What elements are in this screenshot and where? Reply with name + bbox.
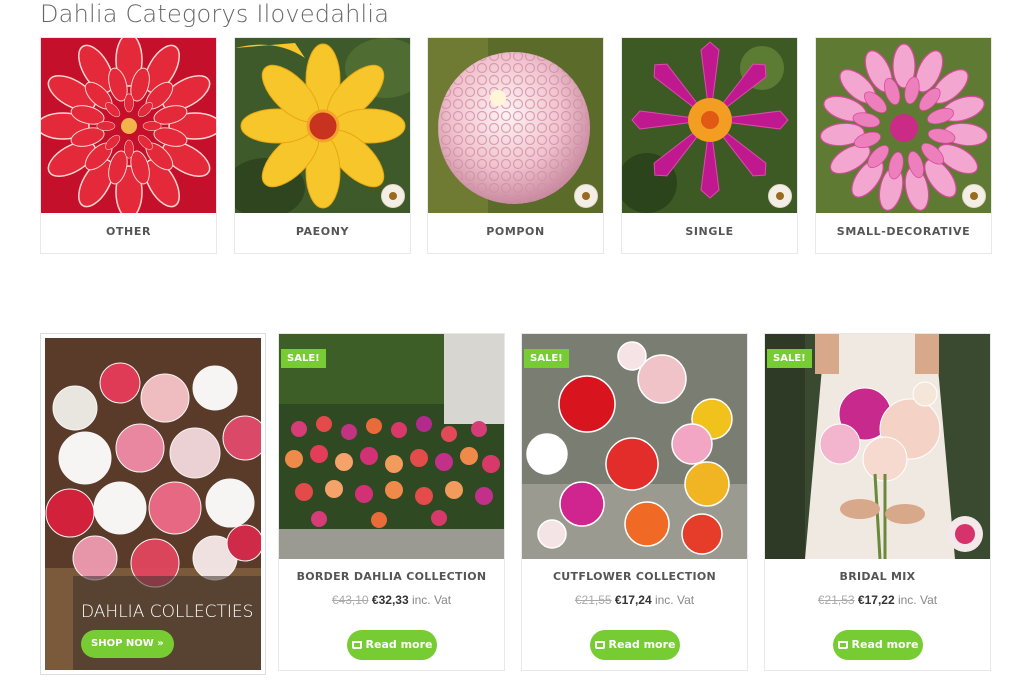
product-title[interactable]: CUTFLOWER COLLECTION <box>522 570 747 583</box>
vat-label: inc. Vat <box>897 593 938 607</box>
category-label-single[interactable]: SINGLE <box>622 225 797 238</box>
watermark-logo-icon <box>574 184 598 208</box>
old-price: €21,53 <box>817 593 855 607</box>
category-label-small-decorative[interactable]: SMALL-DECORATIVE <box>816 225 991 238</box>
read-more-label: Read more <box>608 638 676 651</box>
watermark-logo-icon <box>962 184 986 208</box>
watermark-logo-icon <box>768 184 792 208</box>
price-row: €21,53 €17,22 inc. Vat <box>765 593 990 607</box>
category-label-paeony[interactable]: PAEONY <box>235 225 410 238</box>
cart-icon <box>351 641 362 649</box>
category-label-other[interactable]: OTHER <box>41 225 216 238</box>
sale-badge: SALE! <box>524 349 569 368</box>
category-card-small-decorative[interactable]: SMALL-DECORATIVE <box>815 37 992 254</box>
category-card-other[interactable]: OTHER <box>40 37 217 254</box>
promo-title: DAHLIA COLLECTIES <box>81 602 254 622</box>
cart-icon <box>594 641 605 649</box>
pink-decorative-dahlia-image[interactable] <box>816 38 991 213</box>
vat-label: inc. Vat <box>411 593 452 607</box>
watermark-logo-icon <box>381 184 405 208</box>
bridal-bouquet-image[interactable]: SALE! <box>765 334 990 559</box>
category-card-pompon[interactable]: POMPON <box>427 37 604 254</box>
price-row: €43,10 €32,33 inc. Vat <box>279 593 504 607</box>
sale-price: €17,24 <box>614 593 652 607</box>
red-dahlia-image[interactable] <box>41 38 216 213</box>
dahlia-bouquet-image[interactable]: DAHLIA COLLECTIES SHOP NOW » <box>45 338 261 670</box>
product-card-bridal-mix[interactable]: SALE! BRIDAL MIX €21,53 €17,22 inc. Vat … <box>764 333 991 671</box>
read-more-button[interactable]: Read more <box>590 630 680 660</box>
promo-banner[interactable]: DAHLIA COLLECTIES SHOP NOW » <box>40 333 266 675</box>
product-card-cutflower[interactable]: SALE! CUTFLOWER COLLECTION €21,55 €17,24… <box>521 333 748 671</box>
old-price: €43,10 <box>331 593 369 607</box>
product-title[interactable]: BORDER DAHLIA COLLECTION <box>279 570 504 583</box>
sale-badge: SALE! <box>767 349 812 368</box>
magenta-single-dahlia-image[interactable] <box>622 38 797 213</box>
cart-icon <box>837 641 848 649</box>
sale-price: €32,33 <box>371 593 409 607</box>
category-card-paeony[interactable]: PAEONY <box>234 37 411 254</box>
sale-price: €17,22 <box>857 593 895 607</box>
product-card-border-dahlia[interactable]: SALE! BORDER DAHLIA COLLECTION €43,10 €3… <box>278 333 505 671</box>
category-label-pompon[interactable]: POMPON <box>428 225 603 238</box>
pink-pompon-dahlia-image[interactable] <box>428 38 603 213</box>
price-row: €21,55 €17,24 inc. Vat <box>522 593 747 607</box>
read-more-button[interactable]: Read more <box>833 630 923 660</box>
section-title: Dahlia Categorys Ilovedahlia <box>40 0 390 28</box>
yellow-dahlia-image[interactable] <box>235 38 410 213</box>
read-more-label: Read more <box>365 638 433 651</box>
border-dahlia-image[interactable]: SALE! <box>279 334 504 559</box>
product-title[interactable]: BRIDAL MIX <box>765 570 990 583</box>
cutflower-dahlias-image[interactable]: SALE! <box>522 334 747 559</box>
category-card-single[interactable]: SINGLE <box>621 37 798 254</box>
read-more-button[interactable]: Read more <box>347 630 437 660</box>
shop-now-button[interactable]: SHOP NOW » <box>81 630 174 658</box>
vat-label: inc. Vat <box>654 593 695 607</box>
old-price: €21,55 <box>574 593 612 607</box>
sale-badge: SALE! <box>281 349 326 368</box>
read-more-label: Read more <box>851 638 919 651</box>
